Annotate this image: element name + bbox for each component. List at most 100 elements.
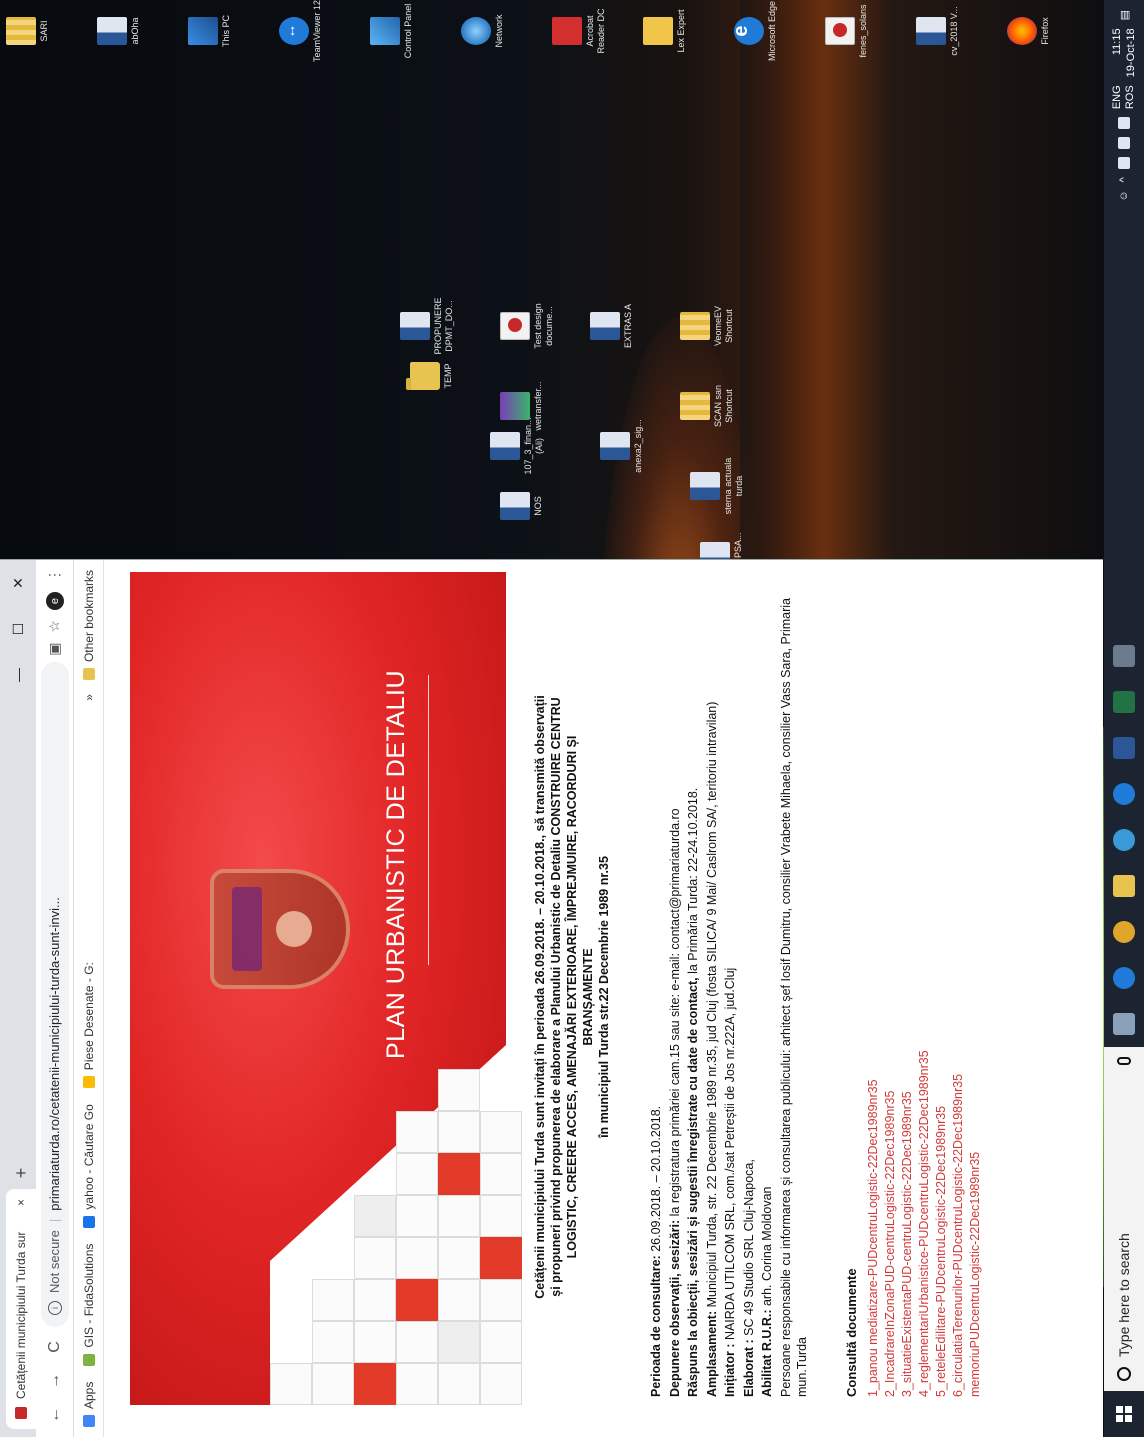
- document-link[interactable]: 4_reglementariUrbanistice-PUDcentruLogis…: [916, 597, 933, 1397]
- folder-icon: [82, 668, 95, 681]
- desktop-icon[interactable]: This PC: [188, 0, 232, 62]
- detail-line: Amplasament: Municipiul Turda, str. 22 D…: [704, 597, 721, 1397]
- extension-icon[interactable]: ▣: [46, 643, 63, 656]
- other-bookmarks-label: Other bookmarks: [81, 570, 96, 663]
- tray-overflow-icon[interactable]: ^: [1118, 177, 1130, 182]
- new-tab-button[interactable]: +: [6, 1157, 36, 1189]
- desktop-icon[interactable]: fenes_solans: [825, 0, 869, 62]
- desktop-icon[interactable]: anexa2_sig...: [600, 415, 644, 477]
- desktop-icon[interactable]: cv_2018 V...: [916, 0, 960, 62]
- people-icon[interactable]: ☺: [1118, 190, 1130, 201]
- desktop-icon[interactable]: TEMP: [410, 345, 454, 407]
- document-link[interactable]: 5_reteleEdilitare-PUDcentruLogistic-22De…: [933, 597, 950, 1397]
- clock[interactable]: 11:15 19-Oct-18: [1110, 28, 1138, 77]
- taskbar-app-word[interactable]: [1104, 725, 1144, 771]
- desktop-icon-glyph: [279, 17, 309, 45]
- banner-divider: [428, 675, 429, 965]
- desktop-icon-label: TeamViewer 12: [312, 0, 322, 62]
- desktop-icon[interactable]: Microsoft Edge: [734, 0, 778, 62]
- bookmark-item[interactable]: GIS - FidaSolutions: [82, 1244, 96, 1366]
- search-placeholder: Type here to search: [1116, 1233, 1132, 1357]
- desktop-icon[interactable]: Control Panel: [370, 0, 414, 62]
- banner-title: PLAN URBANISTIC DE DETALIU: [382, 669, 410, 1059]
- desktop-icon-label: Test design docume...: [533, 303, 554, 349]
- bookmark-item[interactable]: yahoo - Căutare Go: [82, 1104, 96, 1228]
- document-link[interactable]: 1_panou mediatizare-PUDcentruLogistic-22…: [865, 597, 882, 1397]
- banner-tile: [438, 1069, 480, 1111]
- info-icon[interactable]: i: [47, 1301, 62, 1315]
- desktop-icon[interactable]: Test design docume...: [500, 295, 555, 357]
- tab-close-icon[interactable]: ×: [14, 1199, 28, 1206]
- taskbar-app-internet-explorer[interactable]: [1104, 817, 1144, 863]
- reload-button[interactable]: C: [41, 1333, 69, 1361]
- document-link[interactable]: 3_situatieExistentaPUD-centruLogistic-22…: [899, 597, 916, 1397]
- desktop-icon[interactable]: NOS: [500, 475, 544, 537]
- input-language[interactable]: ENG ROS: [1111, 85, 1137, 109]
- desktop-icon[interactable]: VeomeEV Shortcut: [680, 295, 735, 357]
- bookmark-item[interactable]: Apps: [82, 1382, 96, 1427]
- desktop-icon[interactable]: abOha: [97, 0, 141, 62]
- documents-section: Consultă documente 1_panou mediatizare-P…: [844, 597, 984, 1397]
- bookmarks-overflow-icon[interactable]: »: [82, 694, 96, 701]
- banner-tile: [312, 1279, 354, 1321]
- desktop-icon-label: fenes_solans: [858, 4, 868, 58]
- taskbar-app-task-view[interactable]: [1104, 1001, 1144, 1047]
- tray-app-icon[interactable]: [1118, 157, 1130, 170]
- maximize-button[interactable]: ☐: [0, 606, 36, 652]
- minimize-button[interactable]: —: [0, 652, 36, 698]
- close-window-button[interactable]: ✕: [0, 560, 36, 606]
- profile-avatar-icon[interactable]: e: [45, 592, 64, 610]
- desktop-icon[interactable]: SARI: [6, 0, 50, 62]
- app-icon: [1113, 645, 1135, 667]
- taskbar-search[interactable]: Type here to search: [1104, 1047, 1144, 1391]
- notifications-icon[interactable]: ▤: [1118, 10, 1131, 20]
- task-view-icon: [1113, 1013, 1135, 1035]
- banner-tile: [354, 1321, 396, 1363]
- desktop-icon-label: Microsoft Edge: [767, 0, 777, 62]
- taskbar-app-chrome[interactable]: [1104, 909, 1144, 955]
- desktop-icon[interactable]: Firefox: [1007, 0, 1051, 62]
- taskbar-app-excel[interactable]: [1104, 679, 1144, 725]
- bookmark-star-icon[interactable]: ☆: [46, 620, 63, 633]
- detail-label: Perioada de consultare:: [649, 1255, 663, 1397]
- taskbar-app-teamviewer[interactable]: [1104, 771, 1144, 817]
- bookmark-item[interactable]: Piese Desenate - G:: [81, 962, 96, 1089]
- desktop-icon[interactable]: 107_3_finan... (Ali): [490, 415, 545, 477]
- desktop-icon-label: VeomeEV Shortcut: [713, 305, 734, 347]
- document-link[interactable]: 6_circulatiaTerenurilor-PUDcentruLogisti…: [950, 597, 967, 1397]
- detail-text: NAIRDA UTILCOM SRL, com./sat Petreștii d…: [723, 967, 737, 1344]
- desktop-icon[interactable]: TeamViewer 12: [279, 0, 323, 62]
- desktop-icon-glyph: [734, 17, 764, 45]
- forward-button[interactable]: →: [41, 1367, 69, 1395]
- start-button[interactable]: [1104, 1391, 1144, 1437]
- desktop-icon-label: anexa2_sig...: [633, 419, 643, 473]
- bookmark-icon: [82, 1076, 95, 1089]
- edge-icon: [1113, 967, 1135, 989]
- taskbar-app-app[interactable]: [1104, 633, 1144, 679]
- document-link[interactable]: memoriuPUDcentruLogistic-22Dec1989nr35: [967, 597, 984, 1397]
- address-bar[interactable]: i Not secure | primariaturda.ro/cetateni…: [40, 661, 69, 1327]
- cortana-circle-icon: [1117, 1367, 1131, 1381]
- menu-icon[interactable]: ⋮: [46, 568, 63, 582]
- desktop-icon[interactable]: EXTRAS A: [590, 295, 634, 357]
- back-button[interactable]: ←: [41, 1401, 69, 1429]
- microphone-icon[interactable]: [1117, 1057, 1131, 1065]
- taskbar-app-file-explorer[interactable]: [1104, 863, 1144, 909]
- detail-label: Elaborat :: [741, 1339, 756, 1397]
- desktop-icon[interactable]: SCAN san Shortcut: [680, 375, 735, 437]
- turda-coat-of-arms-icon: [210, 869, 350, 989]
- desktop-icon-label: This PC: [221, 15, 231, 48]
- desktop-icon[interactable]: Lex Expert: [643, 0, 687, 62]
- taskbar-app-edge[interactable]: [1104, 955, 1144, 1001]
- desktop-icon[interactable]: Acrobat Reader DC: [552, 0, 607, 62]
- desktop-icon[interactable]: Network: [461, 0, 505, 62]
- document-link[interactable]: 2_IncadrareInZonaPUD-centruLogistic-22De…: [882, 597, 899, 1397]
- desktop-icon[interactable]: sterna actuala turda: [690, 455, 745, 517]
- bookmark-label: Piese Desenate - G:: [81, 962, 96, 1071]
- desktop-icon-glyph: [680, 392, 710, 420]
- volume-icon[interactable]: [1118, 117, 1130, 130]
- network-icon[interactable]: [1118, 137, 1130, 150]
- other-bookmarks[interactable]: Other bookmarks: [81, 570, 96, 681]
- browser-tab[interactable]: Cetățenii municipiului Turda sur ×: [6, 1189, 36, 1429]
- system-tray: ☺ ^ ENG ROS 11:15 19-Oct-18 ▤: [1110, 0, 1138, 202]
